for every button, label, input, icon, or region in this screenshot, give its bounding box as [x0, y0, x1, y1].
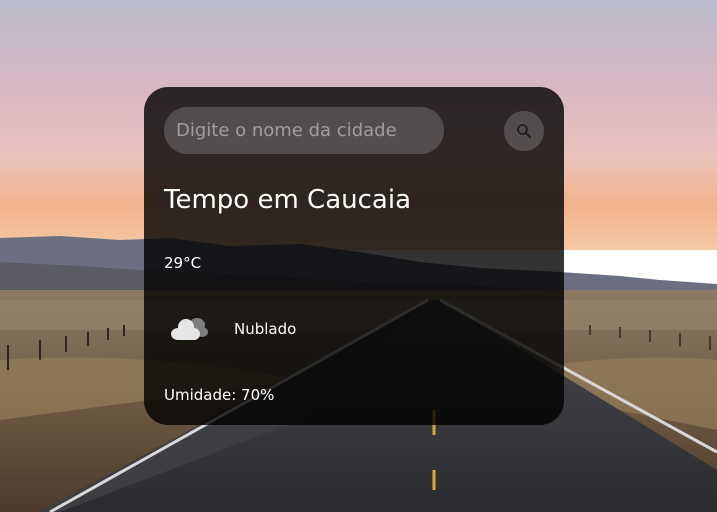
weather-card: Tempo em Caucaia 29°C Nublado Umidade: 7… [144, 87, 564, 425]
cloud-icon [171, 318, 208, 340]
temperature-value: 29°C [164, 254, 202, 272]
search-button[interactable] [504, 111, 544, 151]
condition-row: Nublado [164, 311, 544, 347]
search-icon [517, 124, 531, 138]
search-row [164, 107, 544, 155]
condition-text: Nublado [234, 320, 297, 338]
humidity-value: Umidade: 70% [164, 386, 275, 404]
city-search-input[interactable] [164, 107, 444, 154]
city-title: Tempo em Caucaia [164, 185, 411, 215]
